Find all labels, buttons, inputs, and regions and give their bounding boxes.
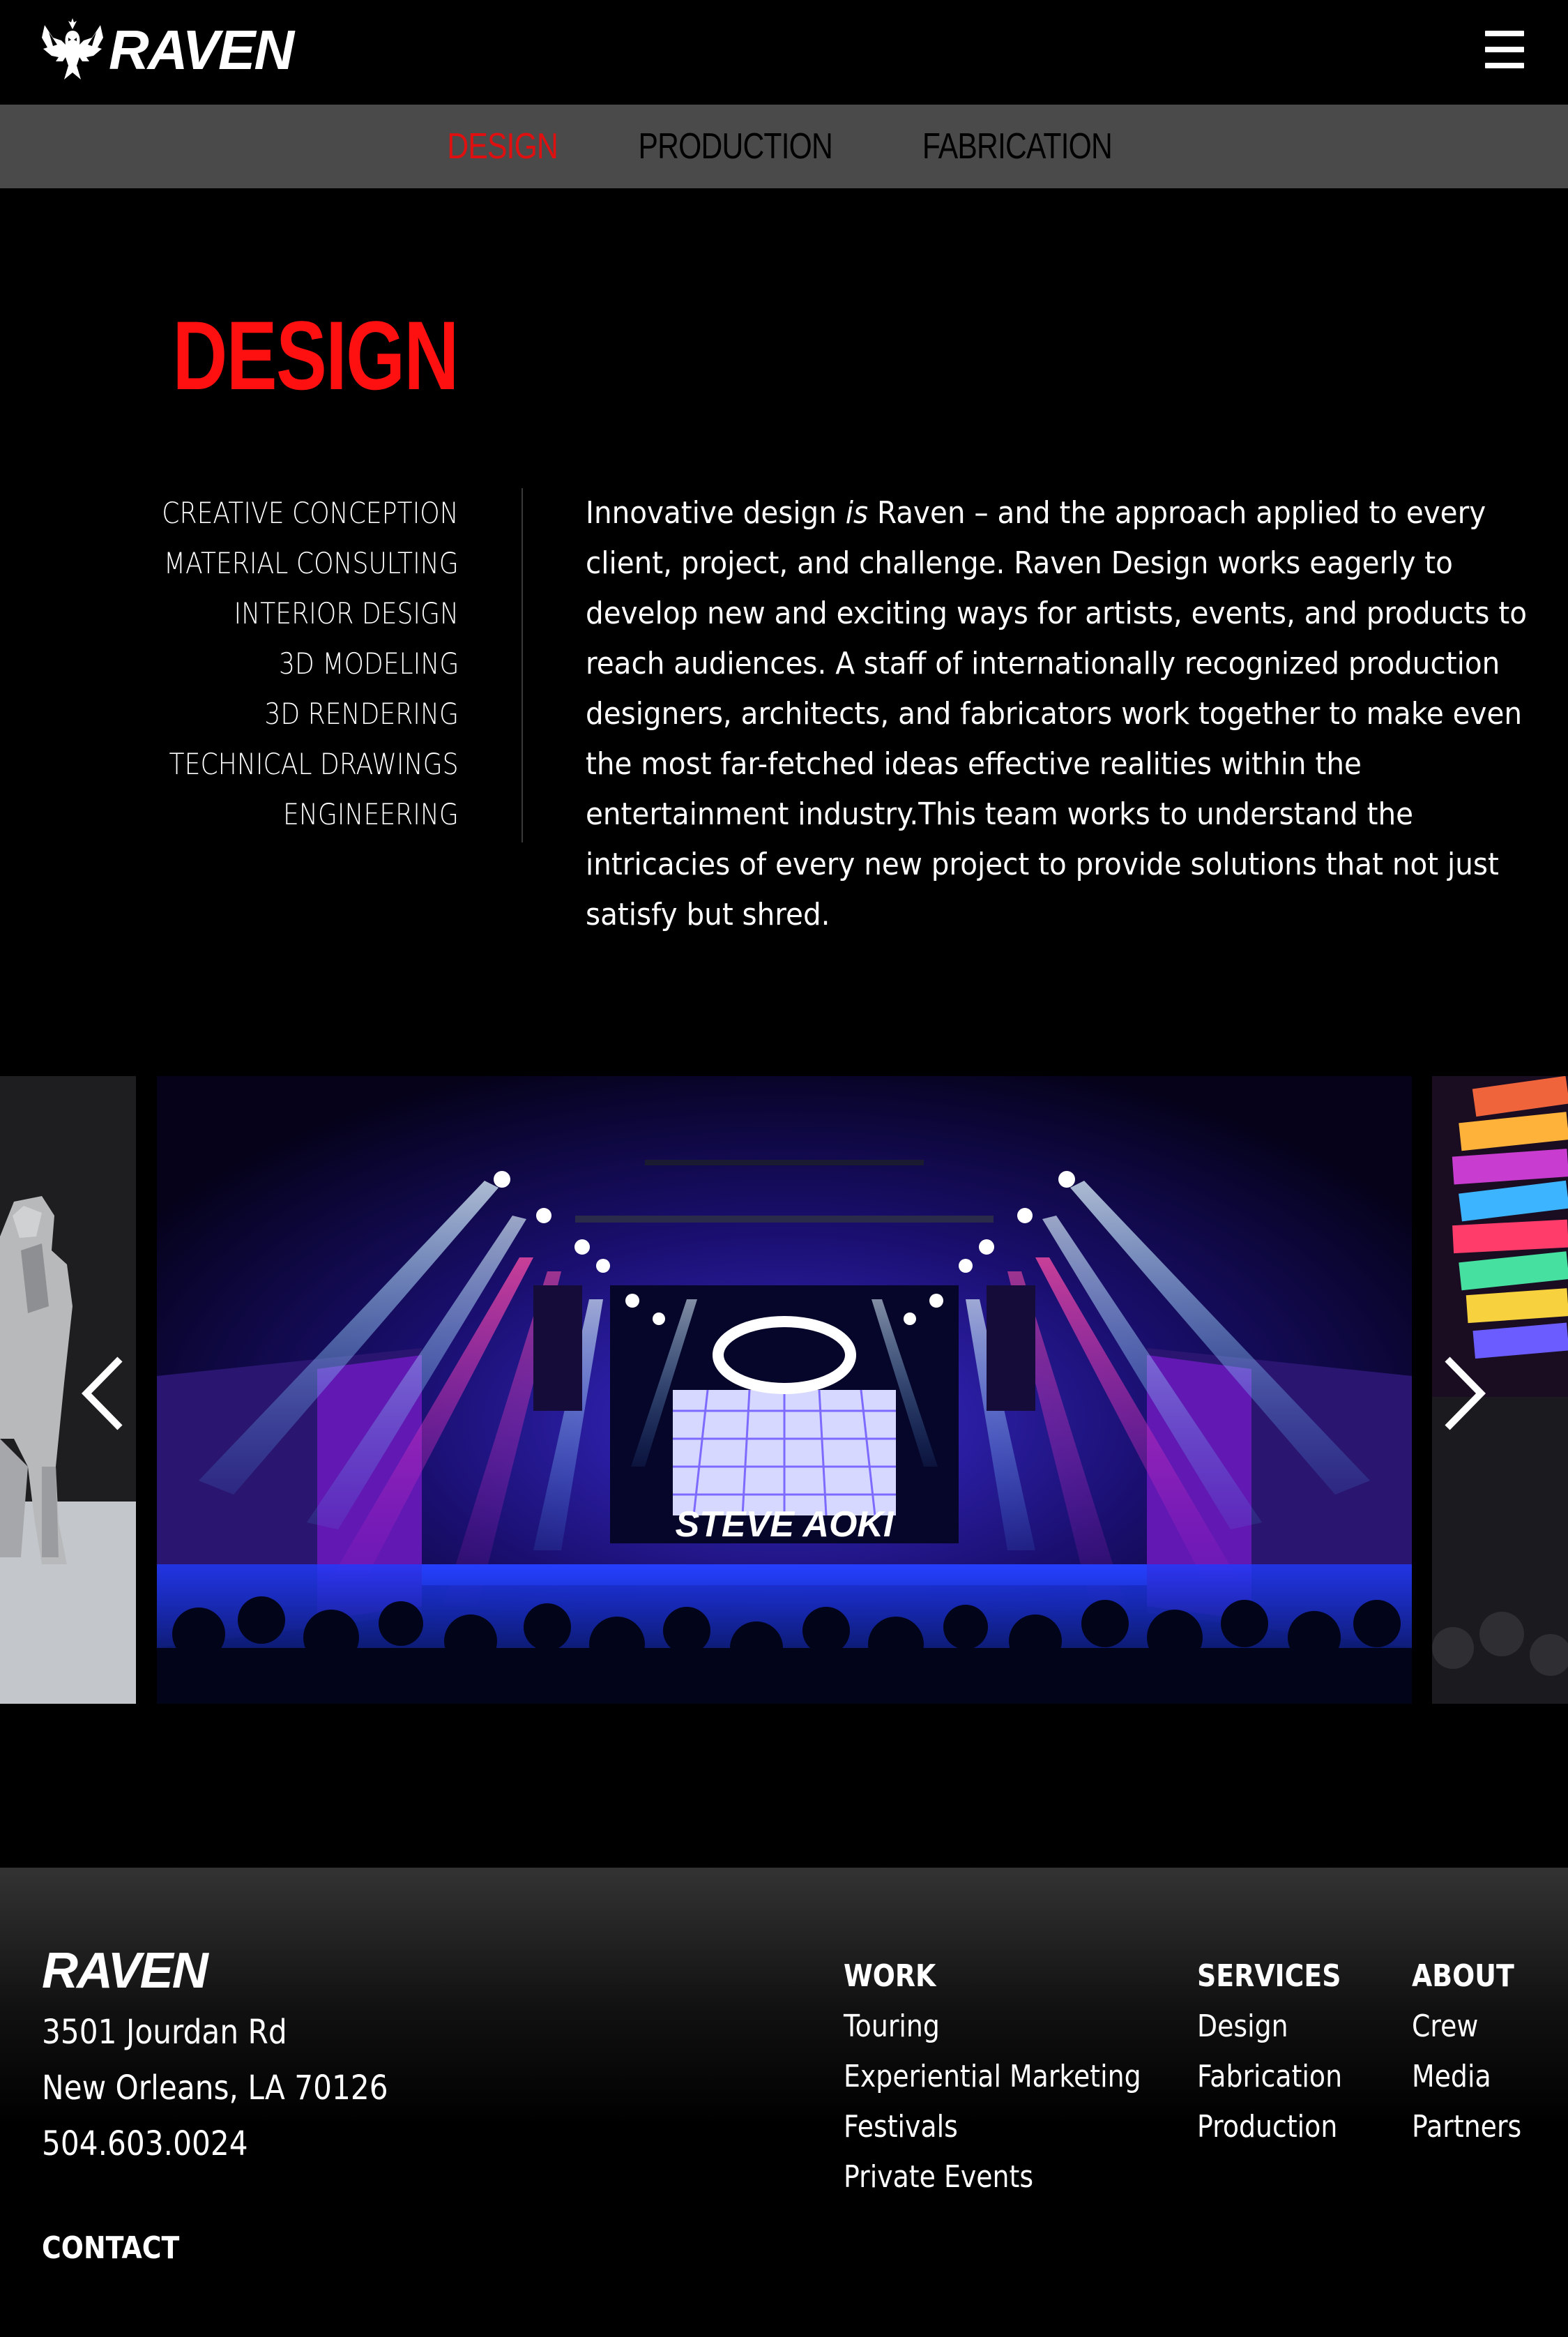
service-item: 3D MODELING bbox=[278, 646, 459, 681]
top-bar: RAVEN bbox=[0, 0, 1568, 105]
site-footer: RAVEN 3501 Jourdan Rd New Orleans, LA 70… bbox=[0, 1868, 1568, 2337]
contact-link[interactable]: CONTACT bbox=[42, 2230, 179, 2266]
services-list: CREATIVE CONCEPTION MATERIAL CONSULTING … bbox=[0, 488, 459, 840]
carousel-next-button[interactable] bbox=[1435, 1355, 1491, 1432]
menu-button[interactable] bbox=[1485, 31, 1524, 71]
footer-link-fabrication[interactable]: Fabrication bbox=[1197, 2052, 1342, 2102]
raven-logo[interactable]: RAVEN bbox=[40, 15, 294, 85]
carousel-prev-button[interactable] bbox=[77, 1355, 132, 1432]
footer-link-partners[interactable]: Partners bbox=[1412, 2102, 1521, 2152]
page-title: DESIGN bbox=[172, 301, 459, 410]
concert-stage-image: STEVE AOKI bbox=[157, 1076, 1412, 1704]
image-carousel[interactable]: STEVE AOKI bbox=[0, 1076, 1568, 1704]
service-item: TECHNICAL DRAWINGS bbox=[169, 747, 459, 781]
footer-link-media[interactable]: Media bbox=[1412, 2052, 1521, 2102]
carousel-slide-current[interactable]: STEVE AOKI bbox=[157, 1076, 1412, 1704]
tab-production[interactable]: PRODUCTION bbox=[639, 126, 833, 167]
intro-paragraph: Innovative design is Raven – and the app… bbox=[586, 495, 1528, 932]
tab-fabrication[interactable]: FABRICATION bbox=[922, 126, 1113, 167]
raven-bird-icon bbox=[42, 18, 103, 80]
footer-link-private-events[interactable]: Private Events bbox=[844, 2152, 1141, 2202]
phone-number[interactable]: 504.603.0024 bbox=[42, 2116, 388, 2172]
footer-heading-about[interactable]: ABOUT bbox=[1412, 1951, 1521, 2002]
footer-link-production[interactable]: Production bbox=[1197, 2102, 1342, 2152]
footer-heading-work[interactable]: WORK bbox=[844, 1951, 1141, 2002]
footer-link-crew[interactable]: Crew bbox=[1412, 2002, 1521, 2052]
footer-heading-services[interactable]: SERVICES bbox=[1197, 1951, 1342, 2002]
service-item: 3D RENDERING bbox=[264, 697, 459, 731]
service-item: INTERIOR DESIGN bbox=[234, 596, 459, 630]
brand-name: RAVEN bbox=[109, 19, 294, 81]
chevron-right-icon bbox=[1445, 1356, 1486, 1430]
footer-address: 3501 Jourdan Rd New Orleans, LA 70126 50… bbox=[42, 2004, 435, 2172]
footer-link-touring[interactable]: Touring bbox=[844, 2002, 1141, 2052]
footer-column-services: SERVICES Design Fabrication Production bbox=[1197, 1951, 1366, 2152]
footer-link-design[interactable]: Design bbox=[1197, 2002, 1342, 2052]
section-tabs: DESIGN PRODUCTION FABRICATION bbox=[0, 105, 1568, 188]
address-city: New Orleans, LA 70126 bbox=[42, 2068, 388, 2108]
footer-column-about: ABOUT Crew Media Partners bbox=[1412, 1951, 1539, 2152]
footer-link-festivals[interactable]: Festivals bbox=[844, 2102, 1141, 2152]
chevron-left-icon bbox=[82, 1356, 123, 1430]
footer-column-work: WORK Touring Experiential Marketing Fest… bbox=[844, 1951, 1189, 2202]
service-item: MATERIAL CONSULTING bbox=[164, 546, 459, 580]
footer-link-experiential-marketing[interactable]: Experiential Marketing bbox=[844, 2052, 1141, 2102]
tab-design[interactable]: DESIGN bbox=[447, 126, 558, 167]
address-street: 3501 Jourdan Rd bbox=[42, 2013, 287, 2052]
hamburger-icon bbox=[1485, 31, 1524, 68]
footer-logo[interactable]: RAVEN bbox=[42, 1946, 208, 1996]
column-divider bbox=[522, 488, 523, 842]
service-item: CREATIVE CONCEPTION bbox=[162, 496, 459, 530]
stage-screen-text: STEVE AOKI bbox=[675, 1504, 895, 1545]
service-item: ENGINEERING bbox=[283, 797, 459, 831]
